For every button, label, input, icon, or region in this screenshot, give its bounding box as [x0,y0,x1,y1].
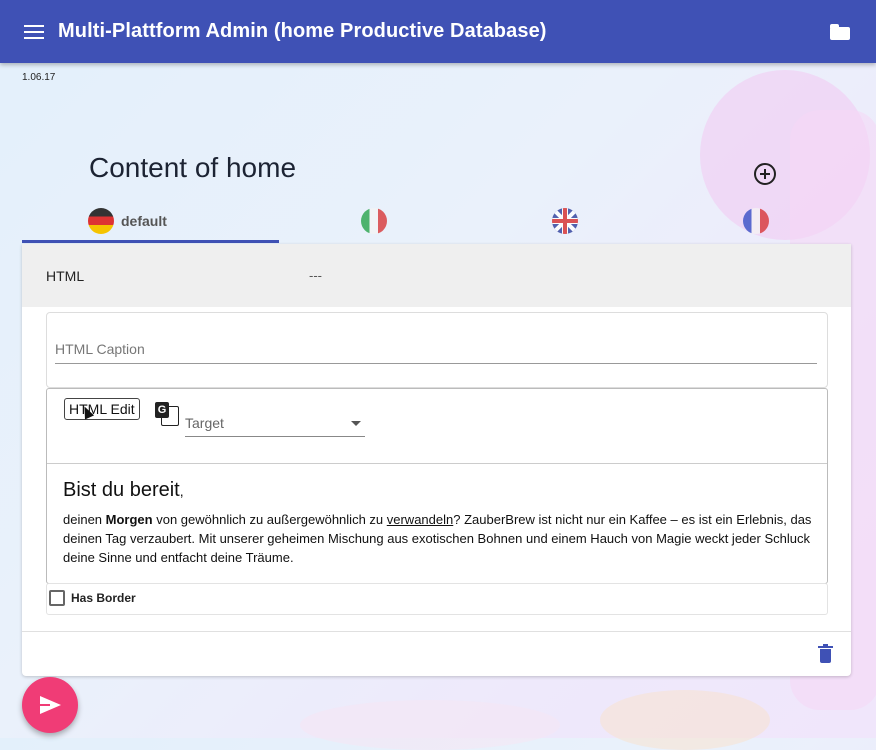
german-flag-icon [88,207,114,234]
app-bar: Multi-Plattform Admin (home Productive D… [0,0,876,63]
has-border-label: Has Border [71,591,136,605]
trash-icon[interactable] [818,644,833,663]
card-header-title: HTML [46,268,85,284]
editor-paragraph: deinen Morgen von gewöhnlich zu außergew… [63,512,812,565]
card-header[interactable]: HTML --- [22,244,851,307]
content-card: HTML --- HTML Edit G Target Bist du bere… [22,244,851,676]
translate-icon[interactable]: G [155,402,179,426]
background-decoration [600,690,770,750]
html-editor: HTML Edit G Target Bist du bereit, deine… [46,388,828,584]
uk-flag-icon [551,207,578,234]
editor-toolbar: HTML Edit G Target [47,389,827,464]
editor-heading: Bist du bereit, [63,479,184,501]
italian-flag-icon [361,207,388,234]
add-circle-icon[interactable] [754,163,776,185]
underlined-text: verwandeln [386,512,454,527]
send-fab-button[interactable] [22,677,78,733]
target-select[interactable]: Target [185,410,365,437]
divider [22,631,851,632]
tab-italian[interactable] [279,198,470,243]
page-title: Content of home [89,152,297,183]
folder-icon[interactable] [830,24,850,40]
editor-content[interactable]: Bist du bereit, deinen Morgen von gewöhn… [63,479,817,567]
version-label: 1.06.17 [22,72,56,83]
has-border-checkbox[interactable] [49,590,65,606]
card-header-value: --- [309,268,322,283]
tab-english[interactable] [470,198,661,243]
background-decoration [300,700,560,750]
app-title: Multi-Plattform Admin (home Productive D… [58,20,547,42]
html-edit-button[interactable]: HTML Edit [64,398,140,420]
tab-label: default [121,212,167,229]
send-icon [40,696,61,714]
bold-text: Morgen [105,512,153,527]
tab-french[interactable] [660,198,851,243]
french-flag-icon [742,207,769,234]
dropdown-arrow-icon [351,421,361,426]
menu-icon[interactable] [24,24,44,39]
has-border-row: Has Border [46,583,828,615]
caption-field-container [46,312,828,388]
html-caption-input[interactable] [55,339,817,364]
tab-default[interactable]: default [22,198,279,243]
language-tabs: default [22,198,851,243]
target-select-value: Target [185,415,224,431]
